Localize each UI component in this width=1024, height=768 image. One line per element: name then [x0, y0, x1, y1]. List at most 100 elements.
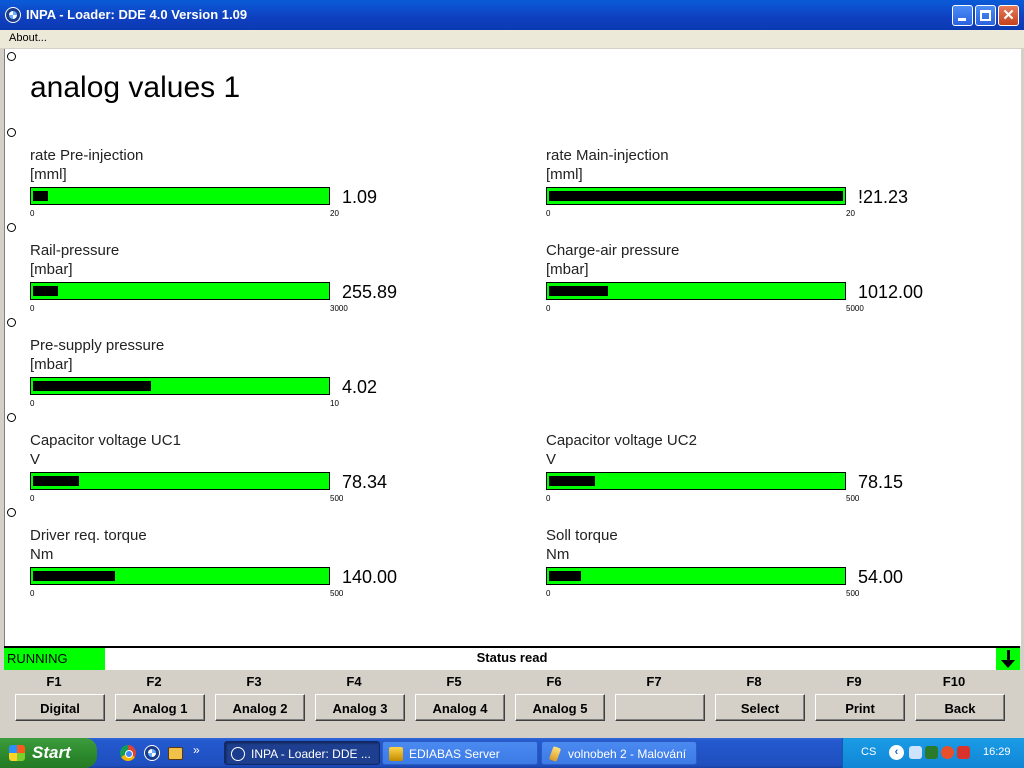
gauge-max: 3000 [330, 304, 348, 313]
gauge-rail-pressure: Rail-pressure [mbar] 255.89 0 3000 [30, 242, 470, 332]
analog-1-button[interactable]: Analog 1 [115, 694, 205, 721]
gauge-unit: V [546, 451, 557, 468]
gauge-unit: Nm [30, 546, 54, 563]
fkey-label: F2 [146, 674, 162, 689]
gauge-value: 78.34 [342, 472, 388, 492]
fkey-f4: F4 Analog 3 [304, 670, 405, 734]
bmw-logo-icon[interactable] [5, 7, 21, 23]
gauge-max: 500 [846, 494, 860, 503]
menu-bar: About... [0, 30, 1024, 48]
menu-about[interactable]: About... [9, 32, 47, 44]
f7-button[interactable] [615, 694, 705, 721]
fkey-f1: F1 Digital [4, 670, 105, 734]
gauge-max: 20 [846, 209, 855, 218]
minimize-button[interactable] [952, 5, 973, 26]
back-button[interactable]: Back [915, 694, 1005, 721]
gauge-unit: [mml] [546, 166, 583, 183]
gauge-capacitor-voltage-uc1: Capacitor voltage UC1 V 78.34 0 500 [30, 432, 470, 522]
down-arrow-icon[interactable] [996, 648, 1020, 670]
gauge-bar [30, 187, 330, 205]
gauge-bar [30, 567, 330, 585]
gauge-label: Charge-air pressure [546, 242, 680, 259]
taskbar-item-paint[interactable]: volnobeh 2 - Malování [541, 741, 697, 765]
gauge-value: 255.89 [342, 282, 398, 302]
gauge-label: Driver req. torque [30, 527, 147, 544]
fkey-label: F3 [246, 674, 262, 689]
bmw-logo-icon[interactable] [144, 745, 160, 761]
row-marker [7, 128, 16, 137]
show-desktop-icon[interactable] [168, 747, 183, 760]
fkey-label: F5 [446, 674, 462, 689]
start-label: Start [32, 743, 71, 762]
maximize-icon [980, 10, 991, 21]
gauge-bar [546, 472, 846, 490]
taskbar: Start » INPA - Loader: DDE ... EDIABAS S… [0, 738, 1024, 768]
gauge-pre-supply-pressure: Pre-supply pressure [mbar] 4.02 0 10 [30, 337, 470, 427]
analog-4-button[interactable]: Analog 4 [415, 694, 505, 721]
network-icon[interactable] [909, 746, 922, 759]
title-bar: INPA - Loader: DDE 4.0 Version 1.09 ✕ [0, 0, 1024, 30]
ediabas-icon [389, 747, 403, 761]
gauge-min: 0 [30, 589, 35, 598]
gauge-rate-main-injection: rate Main-injection [mml] !21.23 0 20 [546, 147, 986, 237]
task-label: INPA - Loader: DDE ... [251, 747, 371, 761]
fkey-label: F7 [646, 674, 662, 689]
gauge-fill [549, 571, 581, 581]
device-icon[interactable] [925, 746, 938, 759]
maximize-button[interactable] [975, 5, 996, 26]
start-button[interactable]: Start [0, 738, 97, 768]
gauge-value: 1.09 [342, 187, 378, 207]
fkey-f8: F8 Select [704, 670, 805, 734]
fkey-label: F6 [546, 674, 562, 689]
gauge-bar [546, 187, 846, 205]
gauge-max: 500 [846, 589, 860, 598]
page-title: analog values 1 [30, 71, 241, 104]
analog-2-button[interactable]: Analog 2 [215, 694, 305, 721]
gauge-bar [546, 567, 846, 585]
taskbar-item-ediabas[interactable]: EDIABAS Server [382, 741, 538, 765]
digital-button[interactable]: Digital [15, 694, 105, 721]
task-label: volnobeh 2 - Malování [568, 747, 687, 761]
select-button[interactable]: Select [715, 694, 805, 721]
gauge-fill [549, 286, 608, 296]
analog-5-button[interactable]: Analog 5 [515, 694, 605, 721]
gauge-value: !21.23 [858, 187, 909, 207]
fkey-label: F8 [746, 674, 762, 689]
gauge-fill [33, 476, 80, 486]
fkey-label: F9 [846, 674, 862, 689]
bmw-logo-icon [231, 747, 245, 761]
fkey-f9: F9 Print [804, 670, 905, 734]
close-icon: ✕ [1002, 7, 1015, 24]
gauge-label: rate Main-injection [546, 147, 669, 164]
gauge-value: 1012.00 [858, 282, 924, 302]
taskbar-item-inpa[interactable]: INPA - Loader: DDE ... [224, 741, 380, 765]
status-bar: RUNNING Status read [4, 646, 1020, 670]
gauge-label: Capacitor voltage UC2 [546, 432, 697, 449]
gauge-max: 20 [330, 209, 339, 218]
chrome-icon[interactable] [120, 745, 136, 761]
gauge-label: Rail-pressure [30, 242, 120, 259]
analog-3-button[interactable]: Analog 3 [315, 694, 405, 721]
chevron-left-icon[interactable]: ‹ [889, 745, 904, 760]
chevron-right-icon[interactable]: » [193, 743, 200, 757]
gauge-min: 0 [546, 494, 551, 503]
gauge-min: 0 [30, 209, 35, 218]
gauge-unit: [mbar] [30, 261, 73, 278]
close-button[interactable]: ✕ [998, 5, 1019, 26]
fkey-f2: F2 Analog 1 [104, 670, 205, 734]
fkey-f6: F6 Analog 5 [504, 670, 605, 734]
clock: 16:29 [983, 746, 1011, 758]
task-label: EDIABAS Server [409, 747, 500, 761]
print-button[interactable]: Print [815, 694, 905, 721]
row-marker [7, 508, 16, 517]
app-tray-icon[interactable] [941, 746, 954, 759]
gauge-bar [30, 472, 330, 490]
gauge-max: 5000 [846, 304, 864, 313]
gauge-fill [33, 286, 58, 296]
shield-icon[interactable] [957, 746, 970, 759]
row-marker [7, 413, 16, 422]
gauge-unit: [mbar] [546, 261, 589, 278]
language-indicator[interactable]: CS [861, 746, 876, 758]
gauge-fill [549, 476, 595, 486]
minimize-icon [958, 18, 966, 21]
